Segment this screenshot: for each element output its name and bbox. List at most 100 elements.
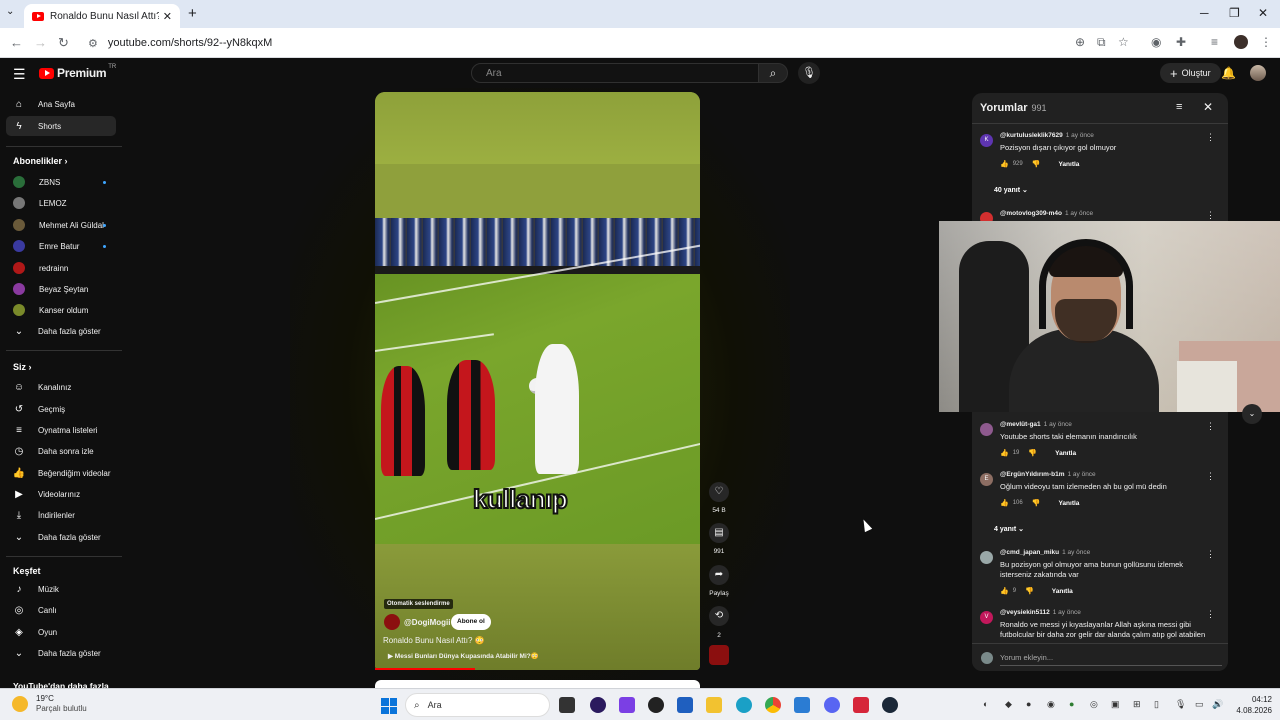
tray-app-icon[interactable]: ▣ xyxy=(1111,699,1120,710)
weather-widget[interactable]: 19°C Parçalı bulutlu xyxy=(12,694,87,714)
bookmark-star-icon[interactable]: ☆ xyxy=(1118,35,1129,49)
thumbs-up-icon[interactable]: 👍 xyxy=(1000,160,1009,168)
comment-more-icon[interactable]: ⋮ xyxy=(1206,609,1215,620)
site-info-icon[interactable]: ⚙ xyxy=(88,37,98,50)
thumbs-down-icon[interactable]: 👎 xyxy=(1028,449,1037,457)
tab-close-icon[interactable]: ✕ xyxy=(163,10,172,23)
voice-search-button[interactable]: 🎙 xyxy=(798,62,820,84)
close-comments-icon[interactable]: ✕ xyxy=(1203,100,1213,114)
taskbar-search[interactable]: ⌕ Ara xyxy=(405,693,550,717)
forward-arrow-icon[interactable]: → xyxy=(34,35,47,50)
network-icon[interactable]: ▭ xyxy=(1195,699,1204,710)
url-field[interactable]: ⚙ youtube.com/shorts/92--yN8kqxM xyxy=(80,32,1140,54)
tray-app-icon[interactable]: ◆ xyxy=(1005,699,1012,710)
notifications-bell-icon[interactable]: 🔔 xyxy=(1221,66,1236,80)
video-progress-bar[interactable] xyxy=(375,668,475,670)
reload-icon[interactable]: ↻ xyxy=(58,35,69,51)
extensions-puzzle-icon[interactable]: ✚ xyxy=(1176,35,1186,49)
hamburger-menu-icon[interactable]: ☰ xyxy=(13,66,26,83)
sidebar-item-show-more[interactable]: ⌄ Daha fazla göster xyxy=(6,643,116,663)
sidebar-item-show-more[interactable]: ⌄ Daha fazla göster xyxy=(6,321,116,341)
comment-author[interactable]: @mevlüt-ga1 1 ay önce xyxy=(1000,421,1072,428)
browser-tab[interactable]: Ronaldo Bunu Nasıl Attı? 😳 - Y ✕ xyxy=(24,4,180,28)
shorts-video-player[interactable]: kullanıp xyxy=(375,92,700,670)
replies-toggle[interactable]: 40 yanıt ⌄ xyxy=(994,186,1028,194)
comment-more-icon[interactable]: ⋮ xyxy=(1206,549,1215,560)
store-icon[interactable] xyxy=(677,697,693,713)
thumbs-up-icon[interactable]: 👍 xyxy=(1000,499,1009,507)
sidebar-item-liked-videos[interactable]: 👍 Beğendiğim videolar xyxy=(6,463,116,483)
sidebar-item-show-more[interactable]: ⌄ Daha fazla göster xyxy=(6,527,116,547)
tray-app-icon[interactable]: ⊞ xyxy=(1133,699,1141,710)
extension-color-icon[interactable]: ◉ xyxy=(1151,35,1161,49)
taskbar-clock[interactable]: 04:12 4.08.2026 xyxy=(1230,694,1272,716)
related-video-link[interactable]: ▶ Messi Bunları Dünya Kupasında Atabilir… xyxy=(388,652,539,660)
sidebar-item-subscription[interactable]: Beyaz Şeytan xyxy=(6,279,116,299)
comment-more-icon[interactable]: ⋮ xyxy=(1206,132,1215,143)
account-avatar[interactable] xyxy=(1250,65,1266,81)
new-tab-plus-icon[interactable]: + xyxy=(188,5,197,22)
task-view-icon[interactable] xyxy=(559,697,575,713)
thumbs-down-icon[interactable]: 👎 xyxy=(1032,160,1041,168)
sidebar-item-your-videos[interactable]: ▶ Videolarınız xyxy=(6,484,116,504)
subscriptions-heading[interactable]: Abonelikler › xyxy=(13,156,68,166)
add-comment-input[interactable]: Yorum ekleyin... xyxy=(1000,653,1053,662)
media-control-icon[interactable]: ≡ xyxy=(1211,35,1218,49)
search-input[interactable]: Ara xyxy=(471,63,759,83)
commenter-avatar[interactable] xyxy=(980,423,993,436)
tab-search-chevron-icon[interactable]: ⌄ xyxy=(6,6,14,17)
sidebar-item-subscription[interactable]: Mehmet Ali Güldal xyxy=(6,215,116,235)
tray-app-icon[interactable]: ▯ xyxy=(1154,699,1159,710)
share-button[interactable]: ➦ xyxy=(709,565,729,585)
back-arrow-icon[interactable]: ← xyxy=(10,35,23,50)
channel-name[interactable]: @DogiMogii xyxy=(404,618,450,627)
browser-menu-icon[interactable]: ⋮ xyxy=(1260,35,1272,49)
sound-thumbnail[interactable] xyxy=(709,645,729,665)
reply-button[interactable]: Yanıtla xyxy=(1052,588,1073,595)
comment-more-icon[interactable]: ⋮ xyxy=(1206,210,1215,221)
comment-author[interactable]: @kurtulusleklik7629 1 ay önce xyxy=(1000,132,1094,139)
comment-author[interactable]: @cmd_japan_miku 1 ay önce xyxy=(1000,549,1090,556)
reply-button[interactable]: Yanıtla xyxy=(1058,161,1079,168)
tray-app-icon[interactable]: ◐ xyxy=(983,699,988,709)
tray-app-icon[interactable]: ● xyxy=(1026,699,1031,709)
tray-app-icon[interactable]: ◉ xyxy=(1047,699,1055,710)
thumbs-up-icon[interactable]: 👍 xyxy=(1000,587,1009,595)
thumbs-up-icon[interactable]: 👍 xyxy=(1000,449,1009,457)
sidebar-item-history[interactable]: ↺ Geçmiş xyxy=(6,399,116,419)
subscribe-button[interactable]: Abone ol xyxy=(451,614,491,630)
volume-icon[interactable]: 🔊 xyxy=(1212,699,1223,710)
sidebar-item-home[interactable]: ⌂ Ana Sayfa xyxy=(6,94,116,114)
comment-author[interactable]: @ErgünYıldırım-b1m 1 ay önce xyxy=(1000,471,1096,478)
thumbs-down-icon[interactable]: 👎 xyxy=(1032,499,1041,507)
sidebar-item-shorts[interactable]: ϟ Shorts xyxy=(6,116,116,136)
sidebar-item-subscription[interactable]: ZBNS xyxy=(6,172,116,192)
commenter-avatar[interactable]: K xyxy=(980,134,993,147)
app-dark-icon[interactable] xyxy=(648,697,664,713)
commenter-avatar[interactable] xyxy=(980,551,993,564)
sidebar-item-playlists[interactable]: ≡ Oynatma listeleri xyxy=(6,420,116,440)
comments-button[interactable]: ▤ xyxy=(709,523,729,543)
sidebar-item-subscription[interactable]: redrainn xyxy=(6,258,116,278)
sidebar-item-gaming[interactable]: ◈ Oyun xyxy=(6,622,116,642)
maximize-icon[interactable]: ❐ xyxy=(1229,6,1240,20)
search-button[interactable]: ⌕ xyxy=(758,63,788,83)
chrome-browser-icon[interactable] xyxy=(765,697,781,713)
video-editor-icon[interactable] xyxy=(794,697,810,713)
discord-icon[interactable] xyxy=(824,697,840,713)
comment-more-icon[interactable]: ⋮ xyxy=(1206,471,1215,482)
comment-author[interactable]: @motovlog309-m4o 1 ay önce xyxy=(1000,210,1093,217)
sidebar-item-watch-later[interactable]: ◷ Daha sonra izle xyxy=(6,441,116,461)
minimize-icon[interactable]: ─ xyxy=(1200,6,1209,20)
sidebar-item-live[interactable]: ◎ Canlı xyxy=(6,600,116,620)
sidebar-item-subscription[interactable]: LEMOZ xyxy=(6,193,116,213)
tray-app-icon[interactable]: ● xyxy=(1069,699,1074,709)
steam-icon[interactable] xyxy=(882,697,898,713)
next-short-button[interactable]: ⌄ xyxy=(1242,404,1262,424)
create-button[interactable]: + Oluştur xyxy=(1160,63,1221,83)
reply-button[interactable]: Yanıtla xyxy=(1055,450,1076,457)
commenter-avatar[interactable]: V xyxy=(980,611,993,624)
comment-author[interactable]: @veysiekin5112 1 ay önce xyxy=(1000,609,1081,616)
sort-icon[interactable]: ≡ xyxy=(1176,101,1182,113)
file-explorer-icon[interactable] xyxy=(706,697,722,713)
